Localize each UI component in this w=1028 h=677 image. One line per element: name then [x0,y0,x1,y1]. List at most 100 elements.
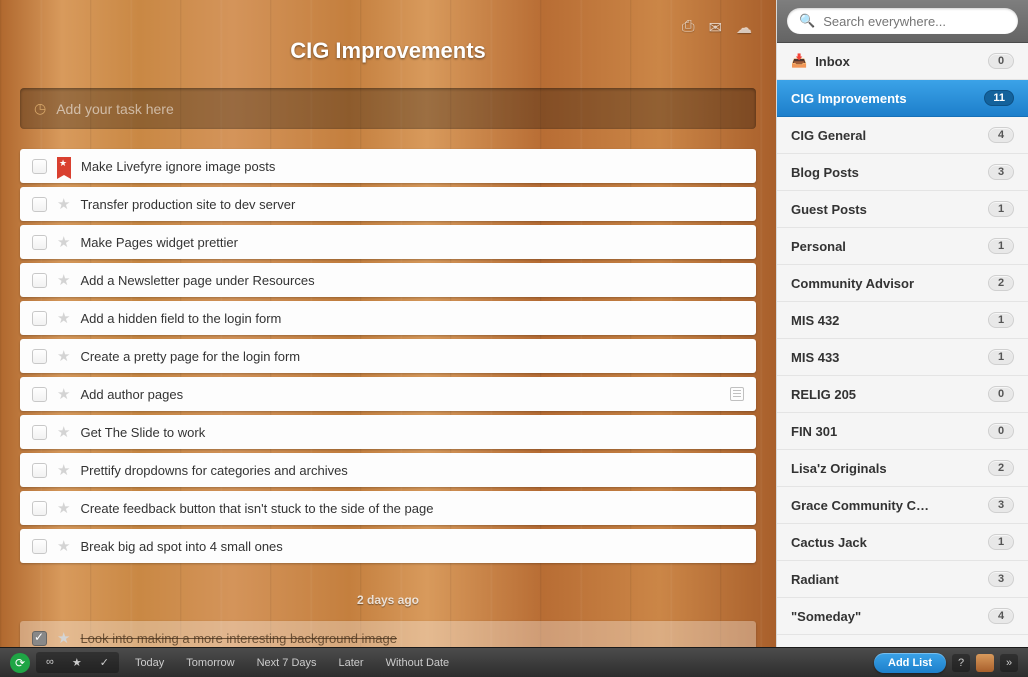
star-icon[interactable]: ★ [57,271,70,289]
inbox-icon: 📥 [791,53,807,69]
list-name: Cactus Jack [791,535,867,550]
date-filter-button[interactable]: Today [125,653,174,673]
list-count-badge: 0 [988,423,1014,439]
flag-icon[interactable] [57,157,71,175]
task-text: Add author pages [80,387,720,402]
task-item[interactable]: ★ Add a Newsletter page under Resources [20,263,756,297]
sidebar-list-item[interactable]: 📥Inbox0 [777,43,1028,80]
date-filter-button[interactable]: Tomorrow [176,653,244,673]
task-item[interactable]: ★ Prettify dropdowns for categories and a… [20,453,756,487]
main-panel: ⎙ ✉ ☁ CIG Improvements ◷ Make Livefyre i… [0,0,776,647]
search-input[interactable] [823,14,1006,29]
add-task-box[interactable]: ◷ [20,88,756,129]
sidebar-list-item[interactable]: "Someday"4 [777,598,1028,635]
date-filter-button[interactable]: Next 7 Days [247,653,327,673]
search-box[interactable]: 🔍 [787,8,1018,34]
sidebar-list-item[interactable]: Radiant3 [777,561,1028,598]
add-list-button[interactable]: Add List [874,653,946,673]
star-icon[interactable]: ★ [57,423,70,441]
sidebar-list-item[interactable]: Lisa'z Originals2 [777,450,1028,487]
email-icon[interactable]: ✉ [709,18,722,38]
print-icon[interactable]: ⎙ [682,18,695,38]
sidebar-list-item[interactable]: Cactus Jack 1 [777,524,1028,561]
task-checkbox[interactable] [32,273,47,288]
task-checkbox[interactable] [32,631,47,646]
task-item[interactable]: Make Livefyre ignore image posts [20,149,756,183]
add-task-input[interactable] [56,101,742,117]
list-count-badge: 3 [988,571,1014,587]
task-checkbox[interactable] [32,349,47,364]
sidebar-list-item[interactable]: MIS 4321 [777,302,1028,339]
date-filters: TodayTomorrowNext 7 DaysLaterWithout Dat… [125,653,459,673]
sidebar-list-item[interactable]: FIN 301 0 [777,413,1028,450]
sidebar-list-item[interactable]: RELIG 2050 [777,376,1028,413]
star-icon[interactable]: ★ [57,309,70,327]
task-item[interactable]: ★ Add author pages [20,377,756,411]
task-item[interactable]: ★Create feedback button that isn't stuck… [20,491,756,525]
starred-icon[interactable]: ★ [64,654,90,671]
star-icon[interactable]: ★ [57,461,70,479]
list-name: Personal [791,239,846,254]
background-button[interactable] [976,654,994,672]
task-text: Create a pretty page for the login form [80,349,744,364]
list-name: CIG Improvements [791,91,907,106]
star-icon[interactable]: ★ [57,629,70,647]
all-icon[interactable]: ∞ [38,654,62,671]
task-item[interactable]: ★ Create a pretty page for the login form [20,339,756,373]
task-item[interactable]: ★Get The Slide to work [20,415,756,449]
task-checkbox[interactable] [32,235,47,250]
sidebar-list-item[interactable]: Personal1 [777,228,1028,265]
task-item[interactable]: ★ Transfer production site to dev server [20,187,756,221]
task-checkbox[interactable] [32,425,47,440]
task-item[interactable]: ★Add a hidden field to the login form [20,301,756,335]
task-item[interactable]: ★ Make Pages widget prettier [20,225,756,259]
task-checkbox[interactable] [32,159,47,174]
task-text: Look into making a more interesting back… [80,631,744,646]
task-text: Make Pages widget prettier [80,235,744,250]
date-filter-button[interactable]: Later [329,653,374,673]
sync-button[interactable]: ⟳ [10,653,30,673]
task-checkbox[interactable] [32,463,47,478]
star-icon[interactable]: ★ [57,499,70,517]
sidebar-list-item[interactable]: MIS 4331 [777,339,1028,376]
task-item-done[interactable]: ★ Look into making a more interesting bac… [20,621,756,647]
list-count-badge: 1 [988,201,1014,217]
done-icon[interactable]: ✓ [92,654,117,671]
list-name: FIN 301 [791,424,837,439]
task-text: Prettify dropdowns for categories and ar… [80,463,744,478]
star-icon[interactable]: ★ [57,195,70,213]
list-count-badge: 0 [988,53,1014,69]
task-text: Transfer production site to dev server [80,197,744,212]
sidebar-list-item[interactable]: Blog Posts3 [777,154,1028,191]
task-checkbox[interactable] [32,197,47,212]
page-title: CIG Improvements [20,0,756,88]
star-icon[interactable]: ★ [57,385,70,403]
sidebar-list-item[interactable]: Guest Posts1 [777,191,1028,228]
sidebar-header: 🔍 [777,0,1028,43]
sidebar-list-item[interactable]: CIG General4 [777,117,1028,154]
list-count-badge: 0 [988,386,1014,402]
task-checkbox[interactable] [32,311,47,326]
task-checkbox[interactable] [32,539,47,554]
list-count-badge: 1 [988,534,1014,550]
list-count-badge: 11 [984,90,1014,106]
sidebar-list-item[interactable]: Community Advisor2 [777,265,1028,302]
star-icon[interactable]: ★ [57,347,70,365]
list-count-badge: 3 [988,497,1014,513]
star-icon[interactable]: ★ [57,233,70,251]
expand-button[interactable]: » [1000,654,1018,672]
date-filter-button[interactable]: Without Date [376,653,460,673]
list-name: MIS 432 [791,313,839,328]
task-text: Make Livefyre ignore image posts [81,159,744,174]
task-checkbox[interactable] [32,387,47,402]
sidebar-list-item[interactable]: CIG Improvements 11 [777,80,1028,117]
task-item[interactable]: ★Break big ad spot into 4 small ones [20,529,756,563]
task-text: Add a Newsletter page under Resources [80,273,744,288]
sidebar-list-item[interactable]: Grace Community C…3 [777,487,1028,524]
star-icon[interactable]: ★ [57,537,70,555]
task-checkbox[interactable] [32,501,47,516]
help-button[interactable]: ? [952,654,970,672]
note-icon[interactable] [730,387,744,401]
cloud-icon[interactable]: ☁ [736,18,752,38]
list-name: Community Advisor [791,276,914,291]
